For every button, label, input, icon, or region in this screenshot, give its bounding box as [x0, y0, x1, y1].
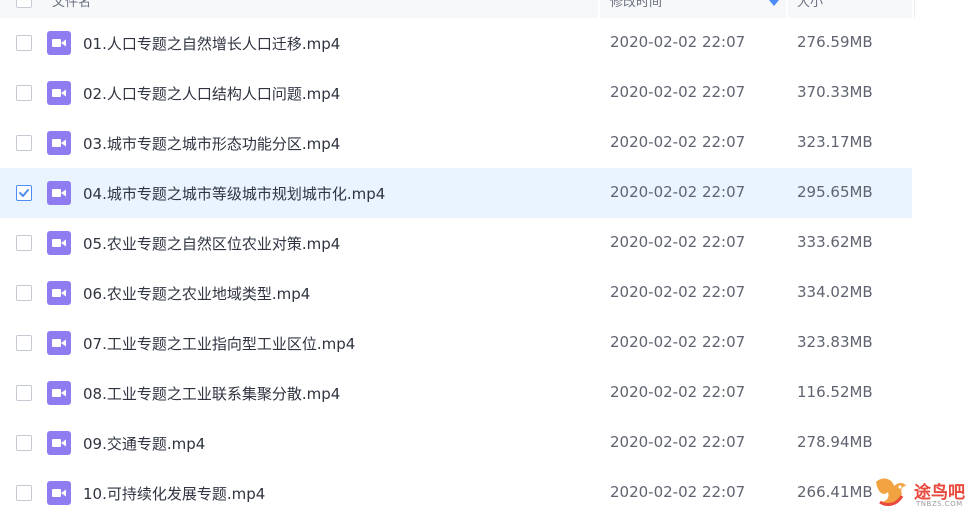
file-name[interactable]: 10.可持续化发展专题.mp4: [83, 483, 265, 504]
sort-arrow-icon[interactable]: [768, 0, 780, 8]
checkmark-icon: [19, 189, 29, 197]
header-name-column[interactable]: 文件名: [0, 0, 598, 18]
file-name[interactable]: 09.交通专题.mp4: [83, 433, 205, 454]
file-name[interactable]: 02.人口专题之人口结构人口问题.mp4: [83, 83, 340, 104]
file-modified-time: 2020-02-02 22:07: [610, 333, 746, 351]
file-name[interactable]: 01.人口专题之自然增长人口迁移.mp4: [83, 33, 340, 54]
watermark-subtitle: TNBZS.COM: [916, 500, 963, 508]
file-modified-time: 2020-02-02 22:07: [610, 233, 746, 251]
video-file-icon: [47, 381, 71, 405]
header-name-label: 文件名: [52, 0, 92, 10]
row-checkbox[interactable]: [16, 385, 32, 401]
watermark-logo: 途鸟吧 TNBZS.COM: [872, 474, 972, 512]
file-row[interactable]: 04.城市专题之城市等级城市规划城市化.mp4 2020-02-02 22:07 2…: [0, 168, 912, 218]
file-modified-time: 2020-02-02 22:07: [610, 183, 746, 201]
row-checkbox[interactable]: [16, 35, 32, 51]
video-camera-icon: [52, 39, 66, 47]
video-file-icon: [47, 231, 71, 255]
file-name[interactable]: 08.工业专题之工业联系集聚分散.mp4: [83, 383, 340, 404]
file-modified-time: 2020-02-02 22:07: [610, 133, 746, 151]
file-name[interactable]: 05.农业专题之自然区位农业对策.mp4: [83, 233, 340, 254]
video-camera-icon: [52, 189, 66, 197]
file-row[interactable]: 09.交通专题.mp4 2020-02-02 22:07 278.94MB: [0, 418, 912, 468]
file-name[interactable]: 07.工业专题之工业指向型工业区位.mp4: [83, 333, 355, 354]
file-size: 276.59MB: [797, 33, 873, 51]
header-time-label: 修改时间: [610, 0, 663, 10]
file-size: 295.65MB: [797, 183, 873, 201]
file-row[interactable]: 05.农业专题之自然区位农业对策.mp4 2020-02-02 22:07 333.…: [0, 218, 912, 268]
row-checkbox[interactable]: [16, 485, 32, 501]
video-camera-icon: [52, 439, 66, 447]
file-modified-time: 2020-02-02 22:07: [610, 483, 746, 501]
bird-logo-icon: [876, 478, 906, 506]
select-all-checkbox[interactable]: [16, 0, 32, 8]
file-size: 334.02MB: [797, 283, 873, 301]
header-extra-column: [914, 0, 974, 18]
file-row[interactable]: 02.人口专题之人口结构人口问题.mp4 2020-02-02 22:07 370.…: [0, 68, 912, 118]
file-size: 370.33MB: [797, 83, 873, 101]
header-size-column[interactable]: 大小: [788, 0, 912, 18]
row-checkbox[interactable]: [16, 285, 32, 301]
video-file-icon: [47, 481, 71, 505]
row-checkbox[interactable]: [16, 435, 32, 451]
file-size: 266.41MB: [797, 483, 873, 501]
video-camera-icon: [52, 489, 66, 497]
file-size: 333.62MB: [797, 233, 873, 251]
file-modified-time: 2020-02-02 22:07: [610, 83, 746, 101]
file-row[interactable]: 01.人口专题之自然增长人口迁移.mp4 2020-02-02 22:07 276.…: [0, 18, 912, 68]
video-camera-icon: [52, 89, 66, 97]
file-modified-time: 2020-02-02 22:07: [610, 433, 746, 451]
video-camera-icon: [52, 239, 66, 247]
header-size-label: 大小: [797, 0, 824, 10]
row-checkbox[interactable]: [16, 235, 32, 251]
row-checkbox[interactable]: [16, 135, 32, 151]
row-checkbox[interactable]: [16, 185, 32, 201]
video-file-icon: [47, 81, 71, 105]
file-size: 323.17MB: [797, 133, 873, 151]
file-row[interactable]: 03.城市专题之城市形态功能分区.mp4 2020-02-02 22:07 323.…: [0, 118, 912, 168]
file-row[interactable]: 10.可持续化发展专题.mp4 2020-02-02 22:07 266.41MB: [0, 468, 912, 514]
file-row[interactable]: 06.农业专题之农业地域类型.mp4 2020-02-02 22:07 334.02…: [0, 268, 912, 318]
video-file-icon: [47, 331, 71, 355]
video-camera-icon: [52, 289, 66, 297]
file-modified-time: 2020-02-02 22:07: [610, 33, 746, 51]
file-size: 323.83MB: [797, 333, 873, 351]
video-file-icon: [47, 431, 71, 455]
video-camera-icon: [52, 339, 66, 347]
file-modified-time: 2020-02-02 22:07: [610, 383, 746, 401]
video-file-icon: [47, 31, 71, 55]
file-name[interactable]: 04.城市专题之城市等级城市规划城市化.mp4: [83, 183, 385, 204]
video-camera-icon: [52, 139, 66, 147]
file-row[interactable]: 08.工业专题之工业联系集聚分散.mp4 2020-02-02 22:07 116.…: [0, 368, 912, 418]
video-file-icon: [47, 281, 71, 305]
file-row[interactable]: 07.工业专题之工业指向型工业区位.mp4 2020-02-02 22:07 323…: [0, 318, 912, 368]
video-camera-icon: [52, 389, 66, 397]
file-list-header: 文件名 修改时间 大小: [0, 0, 974, 18]
file-name[interactable]: 06.农业专题之农业地域类型.mp4: [83, 283, 310, 304]
file-name[interactable]: 03.城市专题之城市形态功能分区.mp4: [83, 133, 340, 154]
video-file-icon: [47, 131, 71, 155]
file-size: 278.94MB: [797, 433, 873, 451]
row-checkbox[interactable]: [16, 85, 32, 101]
file-size: 116.52MB: [797, 383, 873, 401]
header-time-column[interactable]: 修改时间: [600, 0, 786, 18]
file-modified-time: 2020-02-02 22:07: [610, 283, 746, 301]
row-checkbox[interactable]: [16, 335, 32, 351]
video-file-icon: [47, 181, 71, 205]
